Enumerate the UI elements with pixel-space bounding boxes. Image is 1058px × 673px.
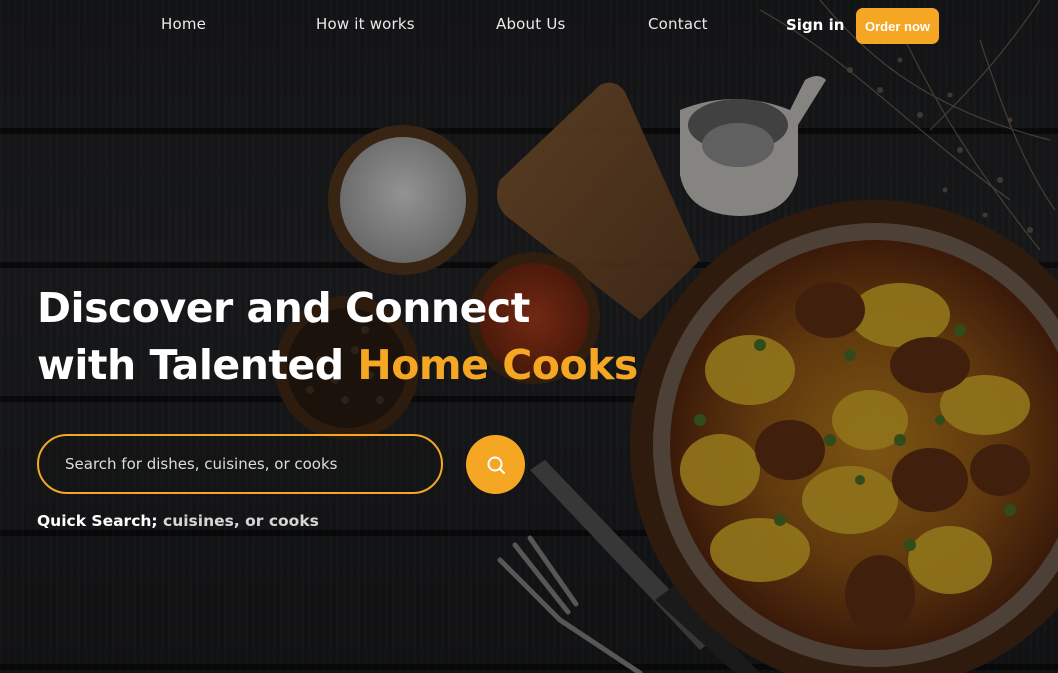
nav-link-about-us[interactable]: About Us xyxy=(496,15,566,33)
order-now-button[interactable]: Order now xyxy=(856,8,939,44)
nav-link-home[interactable]: Home xyxy=(161,15,206,33)
search-button[interactable] xyxy=(466,435,525,494)
quick-search: Quick Search; cuisines, or cooks xyxy=(37,512,319,530)
sign-in-link[interactable]: Sign in xyxy=(786,16,844,34)
nav-link-contact[interactable]: Contact xyxy=(648,15,708,33)
hero-title-accent: Home Cooks xyxy=(357,341,638,389)
hero-title-line1: Discover and Connect xyxy=(37,284,530,332)
nav-link-how-it-works[interactable]: How it works xyxy=(316,15,415,33)
quick-search-text[interactable]: cuisines, or cooks xyxy=(158,512,319,530)
search-input[interactable] xyxy=(65,455,441,473)
search-icon xyxy=(487,456,505,474)
hero-title: Discover and Connect with Talented Home … xyxy=(37,280,657,394)
hero-title-line2: with Talented xyxy=(37,341,358,389)
quick-search-label: Quick Search; xyxy=(37,512,158,530)
search-bar[interactable] xyxy=(37,434,443,494)
